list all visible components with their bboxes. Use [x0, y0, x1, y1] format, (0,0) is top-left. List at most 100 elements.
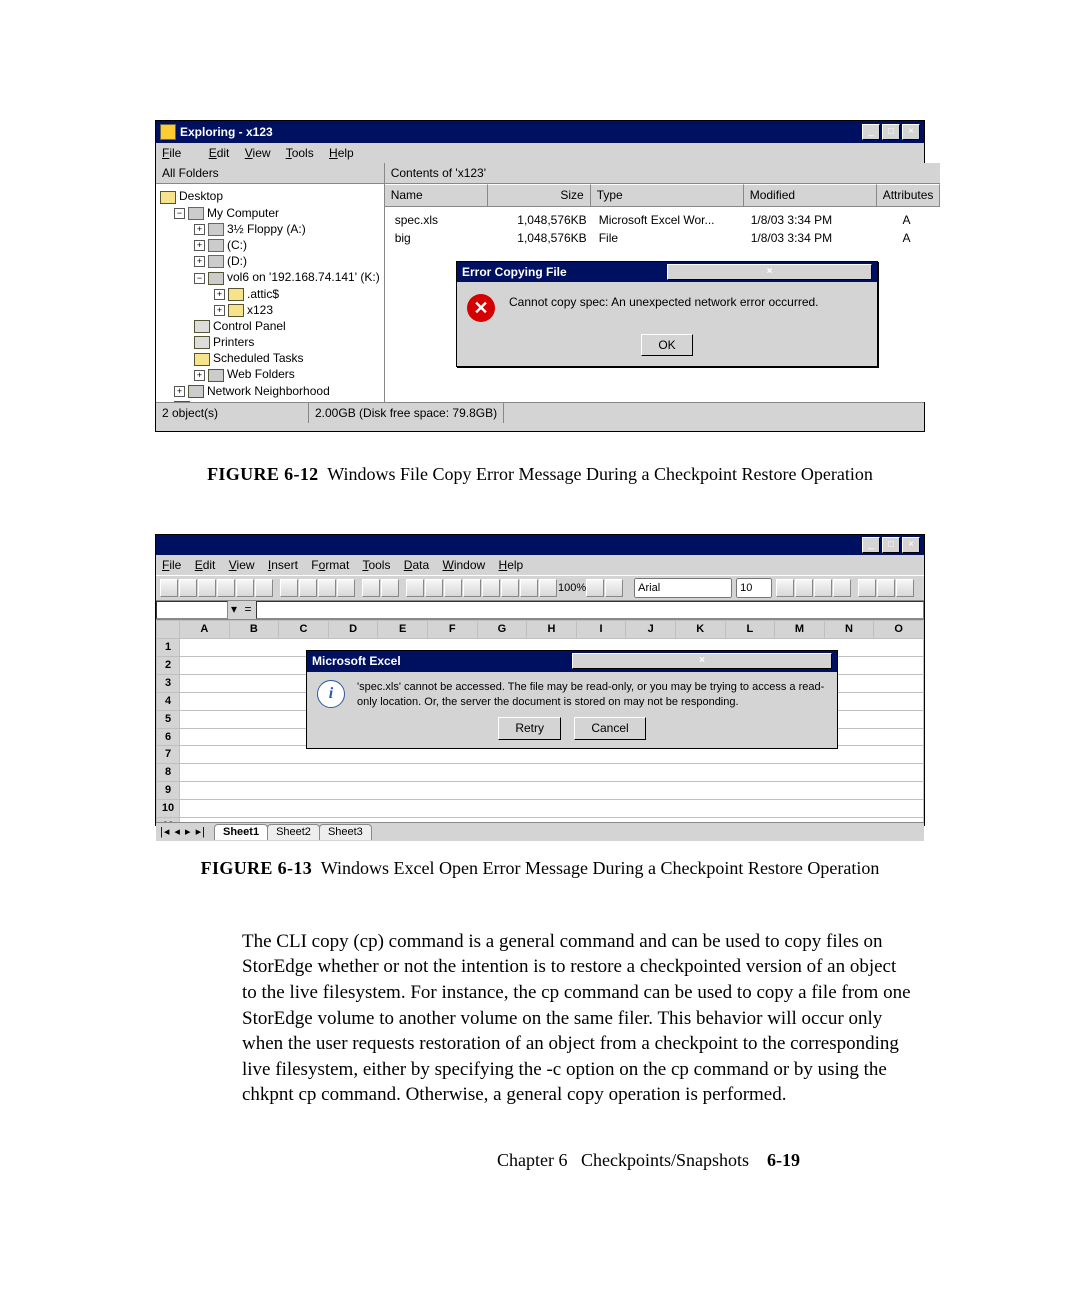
col-header[interactable]: K [675, 621, 725, 639]
menu-window[interactable]: Window [443, 558, 486, 572]
tree-network[interactable]: Network Neighborhood [207, 384, 330, 398]
row-header[interactable]: 4 [157, 692, 180, 710]
tree-desktop[interactable]: Desktop [179, 189, 223, 203]
menu-data[interactable]: Data [404, 558, 429, 572]
retry-button[interactable]: Retry [498, 717, 561, 739]
row-header[interactable]: 1 [157, 639, 180, 657]
tree-control-panel[interactable]: Control Panel [213, 319, 286, 333]
undo-icon[interactable] [362, 579, 380, 597]
maximize-button[interactable]: □ [882, 537, 900, 553]
menu-view[interactable]: View [245, 146, 271, 160]
menu-tools[interactable]: Tools [362, 558, 390, 572]
help-icon[interactable] [605, 579, 623, 597]
align-icon[interactable] [833, 579, 851, 597]
row-header[interactable]: 10 [157, 799, 180, 817]
row-header[interactable]: 11 [157, 817, 180, 822]
tree-vol6[interactable]: vol6 on '192.168.74.141' (K:) [227, 270, 380, 284]
excel-menubar[interactable]: File Edit View Insert Format Tools Data … [156, 555, 924, 575]
col-header[interactable]: L [725, 621, 775, 639]
expand-icon[interactable]: + [194, 224, 205, 235]
file-row[interactable]: big 1,048,576KB File 1/8/03 3:34 PM A [389, 229, 937, 247]
open-icon[interactable] [179, 579, 197, 597]
name-box-dropdown-icon[interactable]: ▾ [228, 601, 240, 619]
col-header[interactable]: E [378, 621, 428, 639]
fx-icon[interactable] [444, 579, 462, 597]
expand-icon[interactable]: + [214, 289, 225, 300]
ok-button[interactable]: OK [641, 334, 692, 356]
comma-icon[interactable] [896, 579, 914, 597]
row-header[interactable]: 7 [157, 746, 180, 764]
close-button[interactable]: × [902, 537, 920, 553]
row-header[interactable]: 5 [157, 710, 180, 728]
col-header[interactable]: B [229, 621, 279, 639]
sheet-tab[interactable]: Sheet3 [319, 824, 372, 840]
sheet-tab[interactable]: Sheet1 [214, 824, 268, 840]
tree-printers[interactable]: Printers [213, 335, 254, 349]
percent-icon[interactable] [877, 579, 895, 597]
col-modified[interactable]: Modified [744, 184, 877, 205]
col-header[interactable]: N [824, 621, 874, 639]
map-icon[interactable] [520, 579, 538, 597]
cancel-button[interactable]: Cancel [574, 717, 645, 739]
row-header[interactable]: 3 [157, 675, 180, 693]
col-name[interactable]: Name [385, 184, 488, 205]
col-attributes[interactable]: Attributes [877, 184, 941, 205]
col-header[interactable]: G [477, 621, 527, 639]
save-icon[interactable] [198, 579, 216, 597]
expand-icon[interactable]: − [174, 208, 185, 219]
font-select[interactable] [634, 578, 732, 598]
drawing-icon[interactable] [539, 579, 557, 597]
col-header[interactable]: D [328, 621, 378, 639]
tree-c[interactable]: (C:) [227, 238, 247, 252]
formula-bar[interactable]: ▾ = [156, 601, 924, 620]
menu-help[interactable]: Help [329, 146, 354, 160]
tree-recycle[interactable]: Recycle Bin [193, 400, 256, 402]
expand-icon[interactable]: + [194, 370, 205, 381]
menu-insert[interactable]: Insert [268, 558, 298, 572]
col-header[interactable]: C [279, 621, 329, 639]
sheet-tab[interactable]: Sheet2 [267, 824, 320, 840]
menu-edit[interactable]: Edit [195, 558, 216, 572]
tree-webfolders[interactable]: Web Folders [227, 367, 295, 381]
col-size[interactable]: Size [488, 184, 591, 205]
formula-input[interactable] [256, 601, 924, 619]
menu-edit[interactable]: Edit [209, 146, 230, 160]
row-header[interactable]: 6 [157, 728, 180, 746]
expand-icon[interactable]: + [174, 386, 185, 397]
redo-icon[interactable] [381, 579, 399, 597]
tree-floppy[interactable]: 3½ Floppy (A:) [227, 222, 306, 236]
expand-icon[interactable]: − [194, 273, 205, 284]
preview-icon[interactable] [236, 579, 254, 597]
sort-desc-icon[interactable] [482, 579, 500, 597]
tree-attic[interactable]: .attic$ [247, 287, 279, 301]
copy-icon[interactable] [299, 579, 317, 597]
zoom-dropdown-icon[interactable] [586, 579, 604, 597]
currency-icon[interactable] [858, 579, 876, 597]
col-header[interactable]: A [180, 621, 230, 639]
zoom-value[interactable]: 100% [558, 581, 586, 596]
tab-nav-buttons[interactable]: |◂ ◂ ▸ ▸| [160, 825, 206, 840]
autosum-icon[interactable] [425, 579, 443, 597]
underline-icon[interactable] [814, 579, 832, 597]
font-size-select[interactable] [736, 578, 772, 598]
excel-toolbar[interactable]: 100% [156, 575, 924, 601]
format-painter-icon[interactable] [337, 579, 355, 597]
bold-icon[interactable] [776, 579, 794, 597]
minimize-button[interactable]: _ [862, 124, 880, 140]
sort-asc-icon[interactable] [463, 579, 481, 597]
cut-icon[interactable] [280, 579, 298, 597]
name-box[interactable] [156, 601, 228, 619]
row-header[interactable]: 8 [157, 764, 180, 782]
tree-x123[interactable]: x123 [247, 303, 273, 317]
maximize-button[interactable]: □ [882, 124, 900, 140]
explorer-menubar[interactable]: File Edit View Tools Help [156, 143, 924, 163]
expand-icon[interactable]: + [214, 305, 225, 316]
sheet-tabs[interactable]: |◂ ◂ ▸ ▸| Sheet1 Sheet2 Sheet3 [156, 822, 924, 841]
spreadsheet-grid[interactable]: A B C D E F G H I J K L M N O [156, 620, 924, 822]
print-icon[interactable] [217, 579, 235, 597]
file-row[interactable]: spec.xls 1,048,576KB Microsoft Excel Wor… [389, 211, 937, 229]
chart-icon[interactable] [501, 579, 519, 597]
paste-icon[interactable] [318, 579, 336, 597]
col-header[interactable]: I [576, 621, 626, 639]
dialog-close-button[interactable]: × [572, 653, 832, 669]
